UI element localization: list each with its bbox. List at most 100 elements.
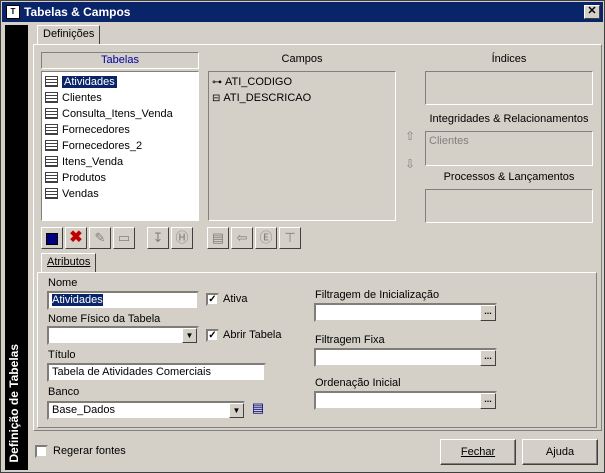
tab-atributos[interactable]: Atributos xyxy=(41,253,97,273)
nome-field[interactable]: Atividades xyxy=(47,291,199,310)
table-icon xyxy=(45,155,58,167)
save-button[interactable] xyxy=(41,227,63,249)
filtragem-inicial-browse-button[interactable]: ... xyxy=(480,305,496,321)
database-icon: ▤ xyxy=(251,400,265,415)
ativa-checkbox[interactable]: ✓ xyxy=(206,293,219,306)
list-item[interactable]: Atividades xyxy=(42,74,198,90)
tabelas-header: Tabelas xyxy=(41,52,199,69)
history-icon: Ⓗ xyxy=(175,230,189,245)
move-icon: ↧ xyxy=(152,230,164,245)
list-item[interactable]: Consulta_Itens_Venda xyxy=(42,106,198,122)
tabelas-list[interactable]: Atividades Clientes Consulta_Itens_Venda Fo… xyxy=(41,71,199,221)
nome-fisico-label: Nome Físico da Tabela xyxy=(48,313,161,325)
tabela-label: Itens_Venda xyxy=(62,156,124,168)
regerar-fontes-checkbox[interactable] xyxy=(35,445,48,458)
delete-button[interactable]: ✖ xyxy=(65,227,87,249)
indices-header: Índices xyxy=(491,53,527,65)
titulo-label: Título xyxy=(48,349,76,361)
save-icon xyxy=(46,232,58,245)
export-icon: ▤ xyxy=(211,230,225,245)
campo-label: ATI_CODIGO xyxy=(225,76,293,88)
list-item[interactable]: Fornecedores xyxy=(42,122,198,138)
move-button[interactable]: ↧ xyxy=(147,227,169,249)
split-button[interactable]: ⊤ xyxy=(279,227,301,249)
history-button[interactable]: Ⓗ xyxy=(171,227,193,249)
rename-button[interactable]: ▭ xyxy=(113,227,135,249)
key-icon: ⊶ xyxy=(212,77,222,88)
processos-box[interactable] xyxy=(425,189,593,223)
import-button[interactable]: ⇦ xyxy=(231,227,253,249)
sidebar-title: Definição de Tabelas xyxy=(7,343,21,462)
ordenacao-field[interactable] xyxy=(314,391,497,410)
split-icon: ⊤ xyxy=(284,230,296,245)
tabelas-campos-window: T Tabelas & Campos ✕ Definição de Tabela… xyxy=(0,0,605,473)
tabela-label: Fornecedores xyxy=(62,124,130,136)
abrir-tabela-checkbox[interactable]: ✓ xyxy=(206,329,219,342)
chevron-down-icon[interactable]: ▼ xyxy=(229,403,244,418)
ordenacao-label: Ordenação Inicial xyxy=(315,377,401,389)
titulo-field[interactable]: Tabela de Atividades Comerciais xyxy=(47,363,266,382)
tabela-label: Atividades xyxy=(62,76,117,88)
list-item[interactable]: ⊶ ATI_CODIGO xyxy=(209,74,395,90)
list-item[interactable]: Fornecedores_2 xyxy=(42,138,198,154)
filtragem-fixa-browse-button[interactable]: ... xyxy=(480,350,496,366)
nome-value: Atividades xyxy=(52,294,103,306)
campos-list[interactable]: ⊶ ATI_CODIGO ⊟ ATI_DESCRICAO xyxy=(208,71,396,221)
integridade-item[interactable]: Clientes xyxy=(429,135,469,147)
move-down-icon[interactable]: ⇩ xyxy=(405,157,415,171)
delete-icon: ✖ xyxy=(69,229,83,246)
ajuda-button[interactable]: Ajuda xyxy=(522,439,598,465)
ordenacao-browse-button[interactable]: ... xyxy=(480,393,496,409)
euro-button[interactable]: Ⓔ xyxy=(255,227,277,249)
list-item[interactable]: Produtos xyxy=(42,170,198,186)
table-icon xyxy=(45,75,58,87)
integridades-header: Integridades & Relacionamentos xyxy=(429,113,589,125)
export-button[interactable]: ▤ xyxy=(207,227,229,249)
filtragem-inicial-field[interactable] xyxy=(314,303,497,322)
nome-label: Nome xyxy=(48,277,78,289)
filtragem-fixa-label: Filtragem Fixa xyxy=(315,334,385,346)
campo-label: ATI_DESCRICAO xyxy=(223,92,312,104)
tabelas-header-label: Tabelas xyxy=(101,54,139,66)
filtragem-fixa-field[interactable] xyxy=(314,348,497,367)
tab-atributos-label: Atributos xyxy=(47,256,91,268)
move-up-icon[interactable]: ⇧ xyxy=(405,129,415,143)
title-bar: T Tabelas & Campos ✕ xyxy=(2,2,603,22)
tabela-label: Consulta_Itens_Venda xyxy=(62,108,173,120)
edit-button[interactable]: ✎ xyxy=(89,227,111,249)
table-icon xyxy=(45,139,58,151)
list-item[interactable]: Vendas xyxy=(42,186,198,202)
table-icon xyxy=(45,187,58,199)
banco-select[interactable]: Base_Dados xyxy=(47,401,245,420)
table-icon xyxy=(45,171,58,183)
abrir-tabela-label: Abrir Tabela xyxy=(223,329,282,341)
indices-box[interactable] xyxy=(425,71,593,105)
tabela-label: Vendas xyxy=(62,188,99,200)
tabela-label: Fornecedores_2 xyxy=(62,140,143,152)
edit-icon: ✎ xyxy=(94,230,106,245)
table-icon xyxy=(45,123,58,135)
import-icon: ⇦ xyxy=(236,230,248,245)
fechar-button[interactable]: Fechar xyxy=(440,439,516,465)
window-title: Tabelas & Campos xyxy=(24,5,131,19)
database-config-button[interactable]: ▤ xyxy=(248,399,268,419)
app-icon: T xyxy=(6,5,20,19)
tabela-label: Clientes xyxy=(62,92,102,104)
regerar-fontes-label: Regerar fontes xyxy=(53,445,126,457)
chevron-down-icon[interactable]: ▼ xyxy=(182,328,197,343)
ativa-label: Ativa xyxy=(223,293,248,305)
list-item[interactable]: Itens_Venda xyxy=(42,154,198,170)
fechar-label: Fechar xyxy=(460,446,496,458)
campos-header: Campos xyxy=(281,53,323,65)
vertical-sidebar: Definição de Tabelas xyxy=(5,25,28,470)
field-icon: ⊟ xyxy=(212,93,221,104)
integridades-box[interactable]: Clientes xyxy=(425,131,593,166)
tabela-label: Produtos xyxy=(62,172,107,184)
close-button[interactable]: ✕ xyxy=(584,5,600,19)
list-item[interactable]: ⊟ ATI_DESCRICAO xyxy=(209,90,395,106)
nome-fisico-select[interactable] xyxy=(47,326,199,345)
table-icon xyxy=(45,91,58,103)
list-item[interactable]: Clientes xyxy=(42,90,198,106)
tab-definicoes[interactable]: Definições xyxy=(37,25,101,45)
banco-label: Banco xyxy=(48,386,80,398)
